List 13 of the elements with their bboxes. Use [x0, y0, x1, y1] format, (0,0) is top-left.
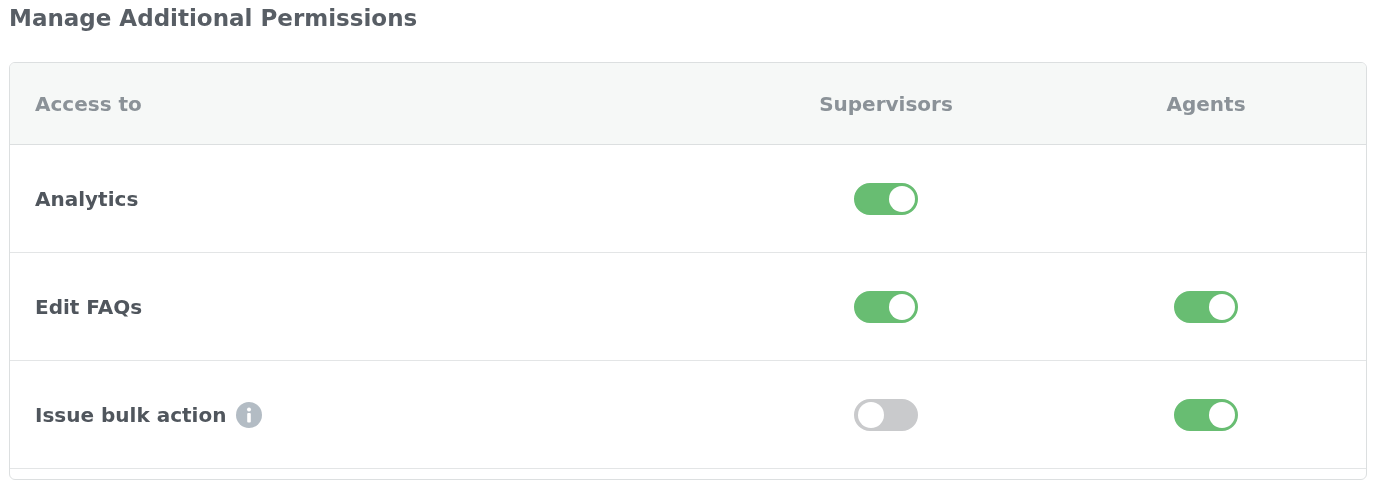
- permission-label: Analytics: [35, 186, 139, 211]
- toggle-switch[interactable]: [1174, 290, 1238, 323]
- permission-label: Edit FAQs: [35, 294, 143, 319]
- column-header: Access to: [35, 91, 142, 116]
- toggle-switch[interactable]: [854, 398, 918, 431]
- permission-label: Issue bulk action: [35, 402, 227, 427]
- toggle-switch[interactable]: [854, 182, 918, 215]
- column-header: Supervisors: [819, 91, 953, 116]
- toggle-switch[interactable]: [1174, 398, 1238, 431]
- info-icon[interactable]: [236, 401, 263, 428]
- page-title: Manage Additional Permissions: [9, 5, 418, 31]
- column-header: Agents: [1166, 91, 1246, 116]
- toggle-switch[interactable]: [854, 290, 918, 323]
